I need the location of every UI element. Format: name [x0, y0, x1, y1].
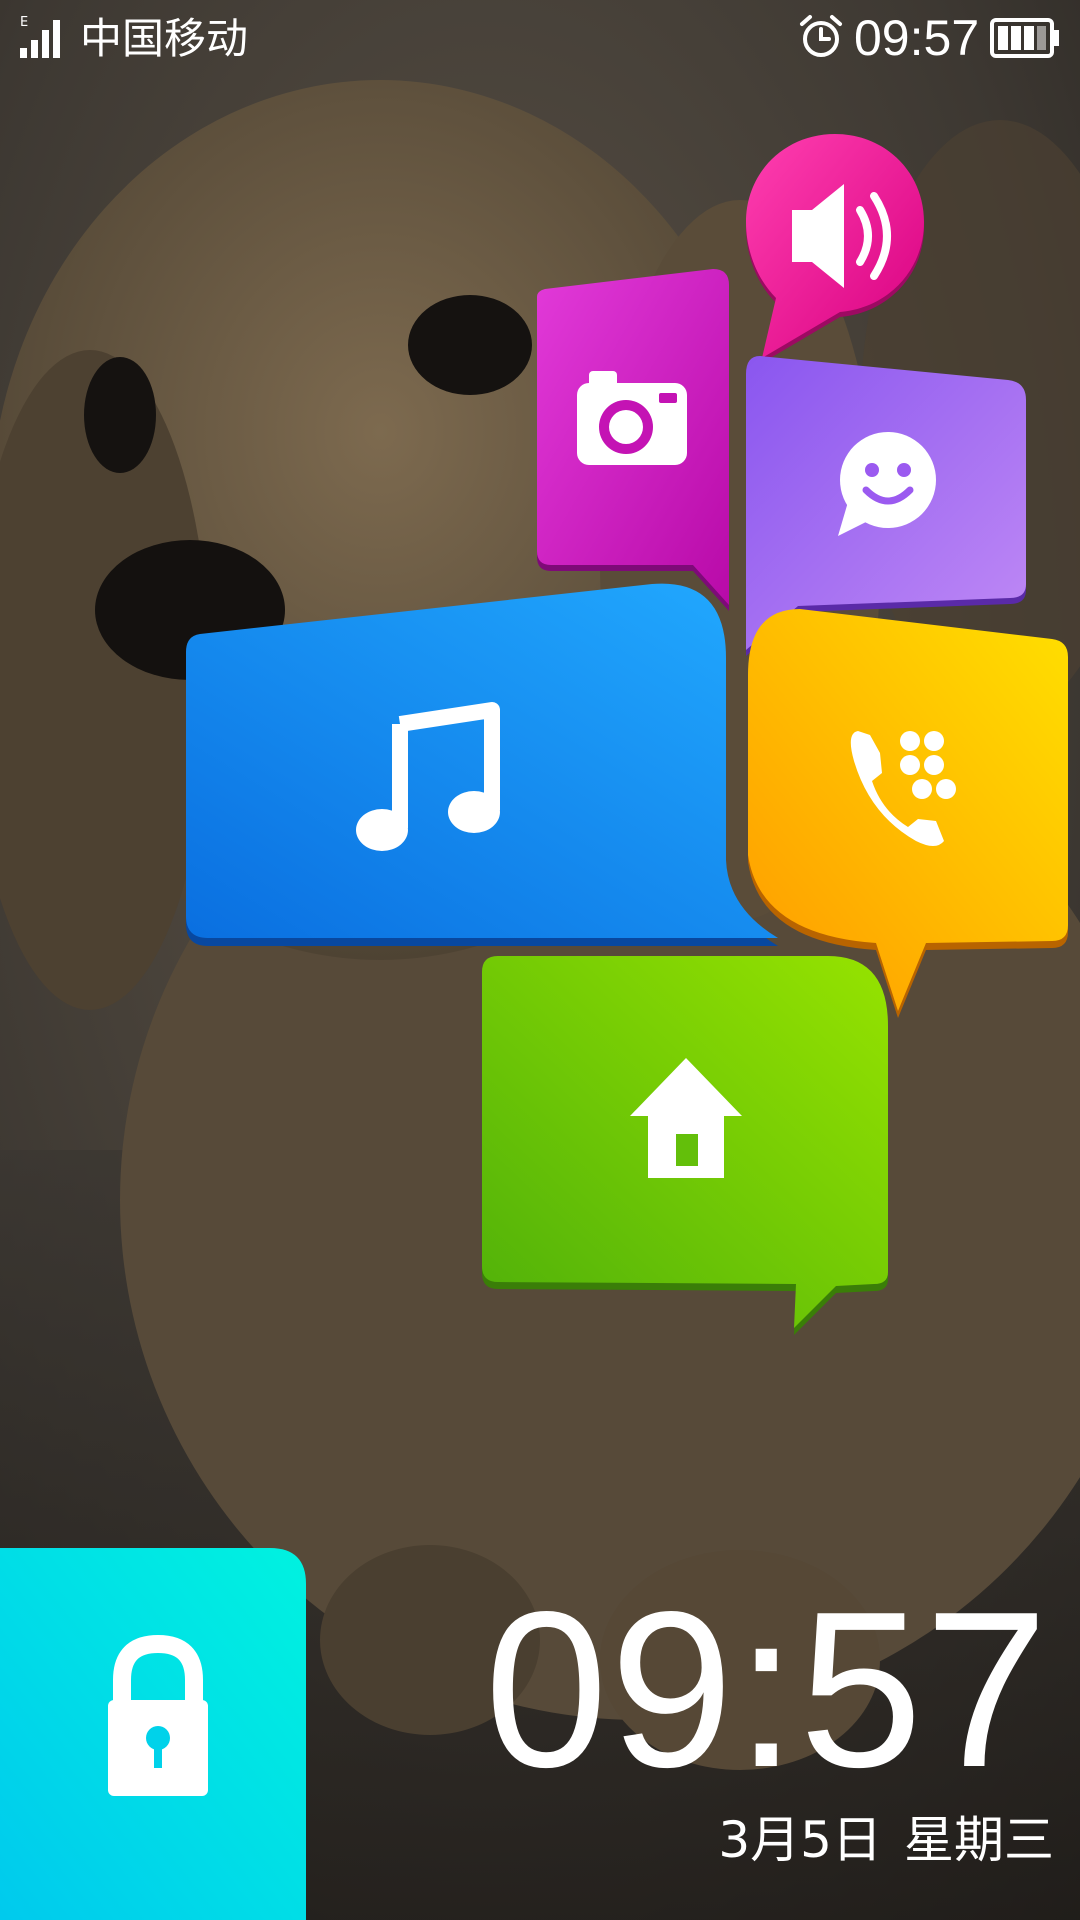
home-tile[interactable] — [474, 952, 892, 1335]
lockscreen-clock: 09:57 — [484, 1566, 1050, 1814]
weekday-label: 星期三 — [904, 1811, 1054, 1869]
signal-icon: E — [20, 15, 60, 58]
date-label: 3月5日 — [718, 1811, 882, 1869]
status-time: 09:57 — [854, 10, 980, 66]
status-bar: E 中国移动 09:57 — [0, 0, 1080, 78]
lockscreen-date: 3月5日 星期三 — [718, 1810, 1054, 1870]
network-type-label: E — [20, 15, 28, 30]
camera-icon — [577, 371, 687, 465]
lock-screen: E 中国移动 09:57 09:57 3月5日 星期三 — [0, 0, 1080, 1920]
camera-tile[interactable] — [533, 265, 733, 611]
volume-tile[interactable] — [740, 130, 930, 363]
alarm-icon — [800, 15, 842, 57]
carrier-name: 中国移动 — [80, 14, 249, 63]
battery-icon — [990, 18, 1059, 58]
music-tile[interactable] — [182, 578, 782, 950]
unlock-tile[interactable] — [0, 1542, 310, 1920]
